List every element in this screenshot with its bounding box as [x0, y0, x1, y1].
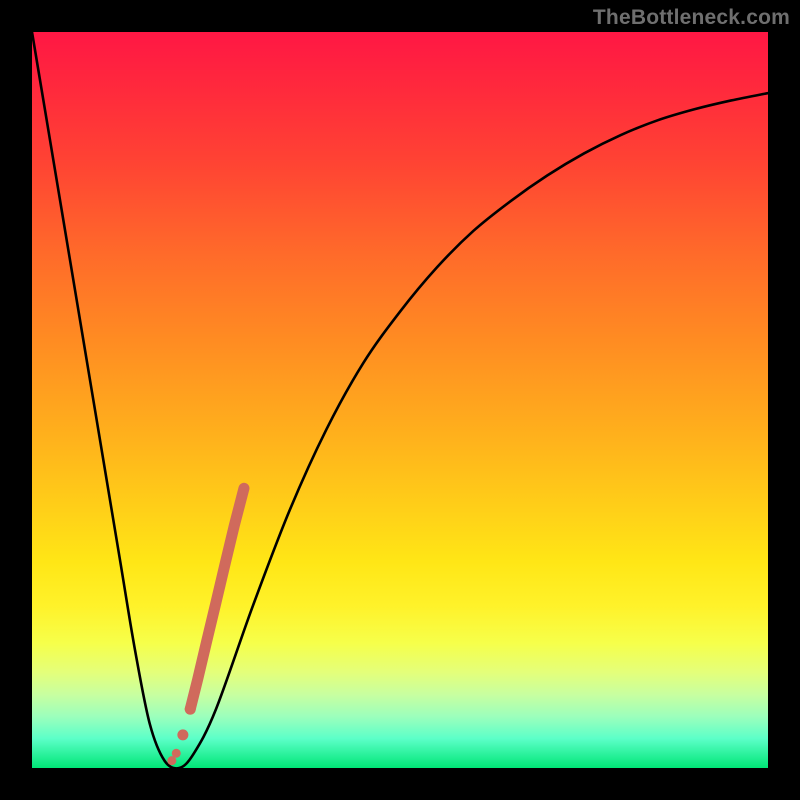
chart-frame: TheBottleneck.com [0, 0, 800, 800]
chart-svg [32, 32, 768, 768]
scatter-point [172, 749, 181, 758]
highlight-trail [190, 488, 244, 709]
bottleneck-curve [32, 32, 768, 768]
plot-area [32, 32, 768, 768]
scatter-point [177, 729, 188, 740]
scatter-point [185, 704, 196, 715]
watermark-text: TheBottleneck.com [593, 6, 790, 30]
